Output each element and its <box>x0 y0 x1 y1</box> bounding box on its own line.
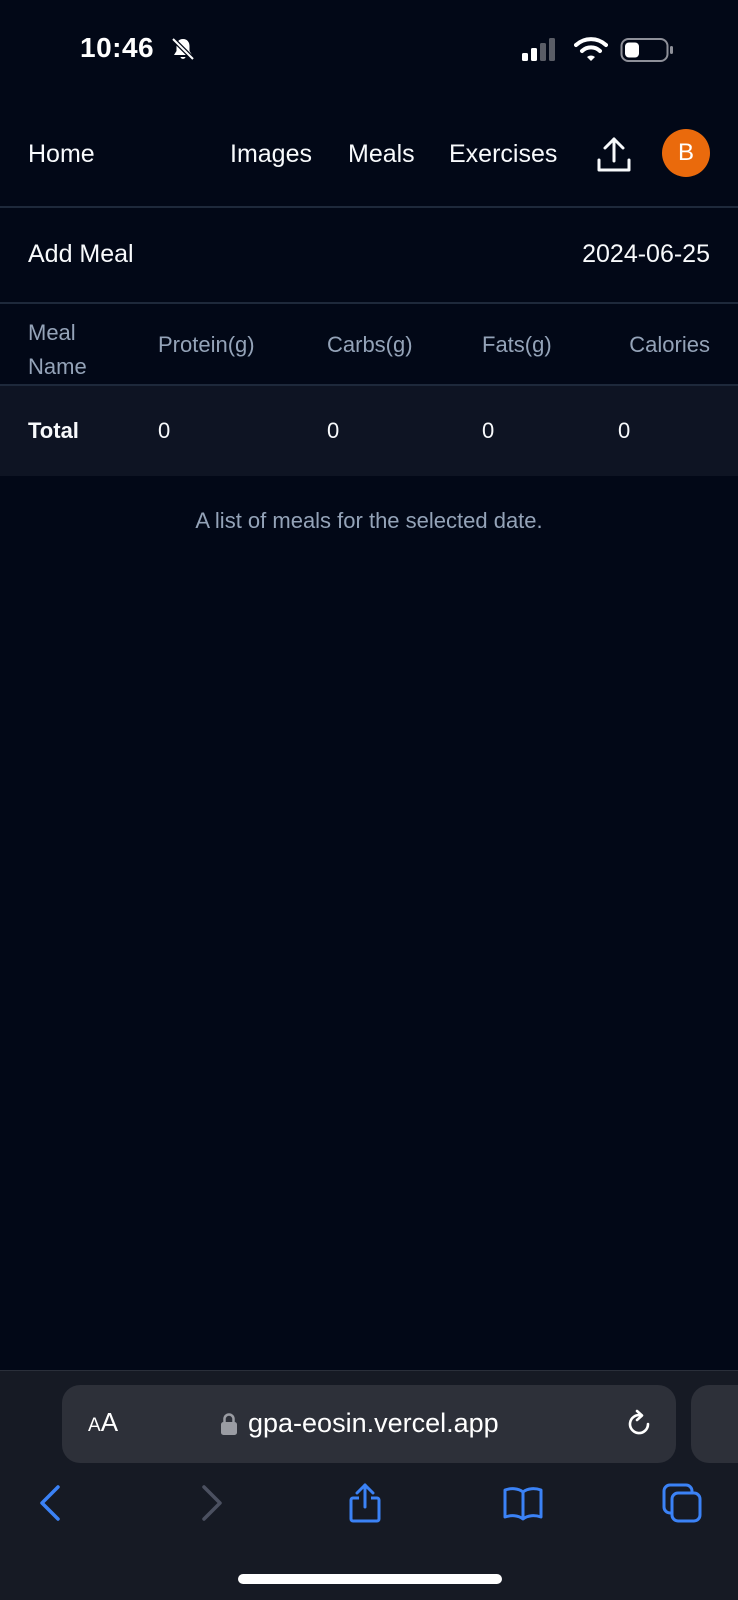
total-calories: 0 <box>618 418 631 443</box>
nav-home-link[interactable]: Home <box>28 140 95 169</box>
address-bar[interactable]: AA gpa-eosin.vercel.app <box>62 1385 676 1463</box>
share-icon[interactable] <box>348 1483 382 1523</box>
status-bar: 10:46 <box>0 0 738 100</box>
column-header-carbs: Carbs(g) <box>327 332 413 357</box>
column-header-calories: Calories <box>629 332 710 357</box>
upload-icon[interactable] <box>596 136 632 174</box>
bookmarks-icon[interactable] <box>502 1483 544 1523</box>
meals-table-header: Meal Name Protein(g) Carbs(g) Fats(g) Ca… <box>0 304 738 386</box>
add-meal-button[interactable]: Add Meal <box>28 240 134 269</box>
cellular-signal-icon <box>522 38 555 61</box>
app-screen: 10:46 Home Images Meals Exercises B Add … <box>0 0 738 1600</box>
column-header-meal-name: Meal Name <box>28 320 87 379</box>
nav-images-link[interactable]: Images <box>230 140 312 169</box>
reload-icon[interactable] <box>624 1409 654 1439</box>
home-indicator[interactable] <box>238 1574 502 1584</box>
forward-icon[interactable] <box>200 1483 224 1523</box>
next-tab-preview[interactable] <box>691 1385 738 1463</box>
table-caption: A list of meals for the selected date. <box>195 508 543 533</box>
back-icon[interactable] <box>38 1483 62 1523</box>
column-header-fats: Fats(g) <box>482 332 552 357</box>
nav-exercises-link[interactable]: Exercises <box>449 140 557 169</box>
lock-icon <box>221 1413 237 1435</box>
date-picker[interactable]: 2024-06-25 <box>582 240 710 269</box>
total-carbs: 0 <box>327 418 340 443</box>
battery-icon <box>620 38 673 62</box>
page-settings-button[interactable]: AA <box>88 1407 118 1438</box>
aa-small-label: A <box>88 1415 101 1436</box>
total-fats: 0 <box>482 418 495 443</box>
meal-toolbar: Add Meal 2024-06-25 <box>0 208 738 304</box>
aa-large-label: A <box>100 1407 119 1437</box>
wifi-icon <box>574 37 608 61</box>
user-avatar[interactable]: B <box>662 129 710 177</box>
column-header-protein: Protein(g) <box>158 332 255 357</box>
top-navigation: Home Images Meals Exercises B <box>0 108 738 208</box>
total-protein: 0 <box>158 418 171 443</box>
url-text: gpa-eosin.vercel.app <box>248 1408 499 1438</box>
table-row-total: Total 0 0 0 0 <box>0 386 738 476</box>
bell-slash-icon <box>171 37 195 61</box>
status-time: 10:46 <box>80 32 155 63</box>
tabs-icon[interactable] <box>662 1483 702 1523</box>
nav-meals-link[interactable]: Meals <box>348 140 415 169</box>
total-label: Total <box>28 418 79 443</box>
browser-bottom-bar: AA gpa-eosin.vercel.app <box>0 1370 738 1600</box>
